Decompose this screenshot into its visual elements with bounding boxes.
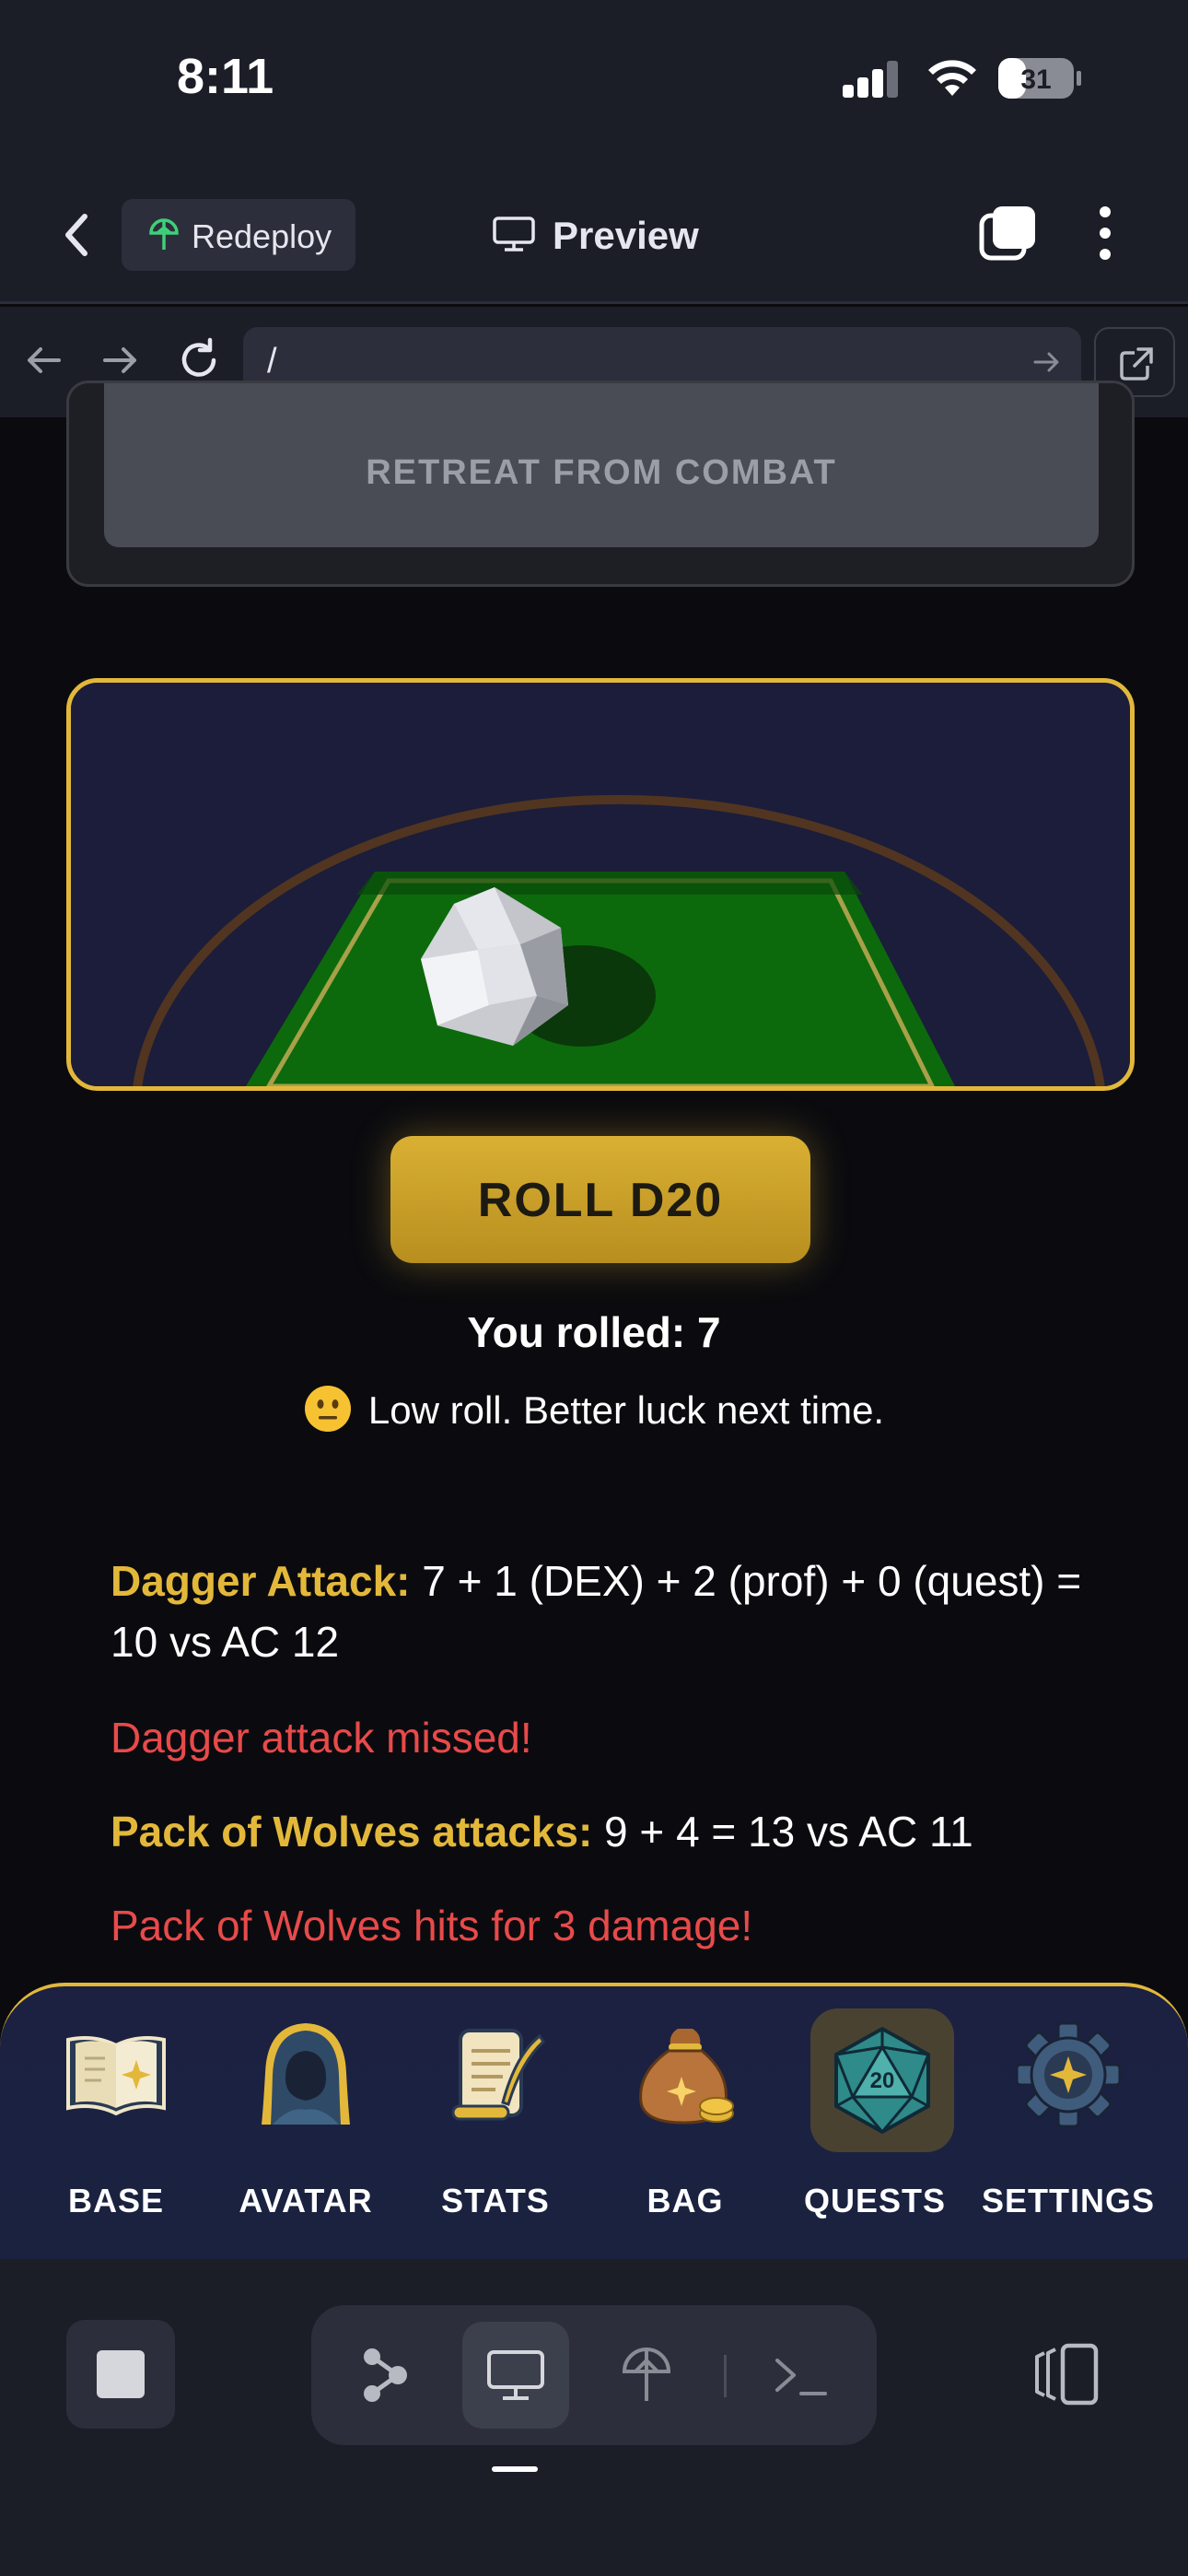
forward-arrow-icon[interactable] (94, 334, 146, 386)
preview-label: Preview (553, 214, 699, 257)
monitor-icon (493, 217, 535, 252)
tabs-icon[interactable] (978, 203, 1039, 263)
combat-log-entry: Dagger attack missed! (111, 1714, 532, 1762)
status-bar: 8:11 31 (0, 0, 1188, 166)
deploy-tree-icon (622, 2347, 671, 2401)
gear-icon (1015, 2021, 1122, 2128)
wifi-icon (928, 60, 976, 96)
ide-bottom-toolbar (0, 2259, 1188, 2576)
combat-log-entry: Pack of Wolves attacks: 9 + 4 = 13 vs AC… (111, 1801, 1105, 1862)
retreat-button[interactable]: RETREAT FROM COMBAT (104, 383, 1099, 547)
combat-log-entry: Dagger Attack: 7 + 1 (DEX) + 2 (prof) + … (111, 1551, 1105, 1672)
nav-item-bag[interactable]: BAG (602, 2008, 768, 2220)
graph-nodes-icon (364, 2348, 407, 2402)
nav-item-stats[interactable]: STATS (413, 2008, 578, 2220)
roll-message-text: Low roll. Better luck next time. (367, 1388, 885, 1432)
redeploy-label: Redeploy (192, 217, 332, 255)
combat-screen: RETREAT FROM COMBAT ROLL D20 You rolled:… (0, 381, 1188, 1984)
nav-label: SETTINGS (981, 2182, 1156, 2219)
deploy-tree-icon (149, 218, 179, 250)
log-label: Dagger Attack: (111, 1557, 411, 1605)
combat-actions-panel: RETREAT FROM COMBAT (66, 381, 1135, 587)
go-arrow-icon[interactable] (1030, 345, 1063, 379)
nav-label: BAG (646, 2182, 724, 2219)
graph-view-button[interactable] (332, 2322, 438, 2429)
back-chevron-icon[interactable] (53, 207, 99, 263)
dice-roll-viewport (66, 678, 1135, 1091)
battery-icon: 31 (998, 58, 1081, 99)
stop-icon (97, 2350, 145, 2398)
hooded-figure-icon (262, 2023, 350, 2125)
nav-item-avatar[interactable]: AVATAR (223, 2008, 389, 2220)
more-vertical-icon[interactable] (1089, 203, 1122, 263)
reload-icon[interactable] (173, 334, 225, 386)
cellular-signal-icon (843, 61, 900, 98)
nav-label: QUESTS (803, 2182, 947, 2219)
d20-icon: 20 (834, 2026, 930, 2135)
scroll-quill-icon (451, 2029, 545, 2121)
nav-item-settings[interactable]: SETTINGS (982, 2008, 1154, 2220)
nav-label: AVATAR (239, 2182, 373, 2219)
monitor-icon (487, 2350, 544, 2400)
roll-result-message: Low roll. Better luck next time. (0, 1385, 1188, 1433)
retreat-label: RETREAT FROM COMBAT (366, 453, 837, 492)
external-link-icon (1120, 347, 1153, 381)
nav-item-quests[interactable]: 20 QUESTS (792, 2008, 958, 2220)
game-bottom-nav: BASE AVATAR STATS BAG 20 QUESTS SETTINGS (0, 1983, 1188, 2259)
open-book-icon (66, 2036, 166, 2116)
nav-label: BASE (67, 2182, 165, 2219)
dice-table-scene (71, 683, 1130, 1086)
nav-label: STATS (441, 2182, 550, 2219)
deploy-view-button[interactable] (593, 2322, 700, 2429)
combat-log-entry: Pack of Wolves hits for 3 damage! (111, 1902, 753, 1950)
toolbar-divider (724, 2355, 727, 2397)
terminal-view-button[interactable] (748, 2322, 855, 2429)
coin-bag-icon (639, 2029, 734, 2125)
log-text: 9 + 4 = 13 vs AC 11 (592, 1808, 973, 1856)
redeploy-button[interactable]: Redeploy (122, 199, 355, 271)
terminal-icon (775, 2359, 827, 2395)
preview-view-button[interactable] (462, 2322, 569, 2429)
log-label: Pack of Wolves attacks: (111, 1808, 593, 1856)
neutral-face-emoji-icon (304, 1386, 351, 1432)
device-layout-icon[interactable] (1031, 2342, 1100, 2406)
battery-level: 31 (1020, 64, 1051, 95)
app-header: Redeploy Preview (0, 166, 1188, 304)
view-switcher (311, 2305, 877, 2445)
status-time: 8:11 (177, 49, 274, 104)
nav-item-base[interactable]: BASE (33, 2008, 199, 2220)
back-arrow-icon[interactable] (18, 334, 70, 386)
roll-d20-label: ROLL D20 (477, 1174, 724, 1227)
d20-face-number: 20 (870, 2068, 895, 2093)
url-text: / (267, 342, 277, 381)
home-indicator (492, 2466, 538, 2472)
roll-result: You rolled: 7 (467, 1308, 721, 1356)
stop-button[interactable] (66, 2320, 175, 2429)
roll-d20-button[interactable]: ROLL D20 (390, 1136, 810, 1263)
